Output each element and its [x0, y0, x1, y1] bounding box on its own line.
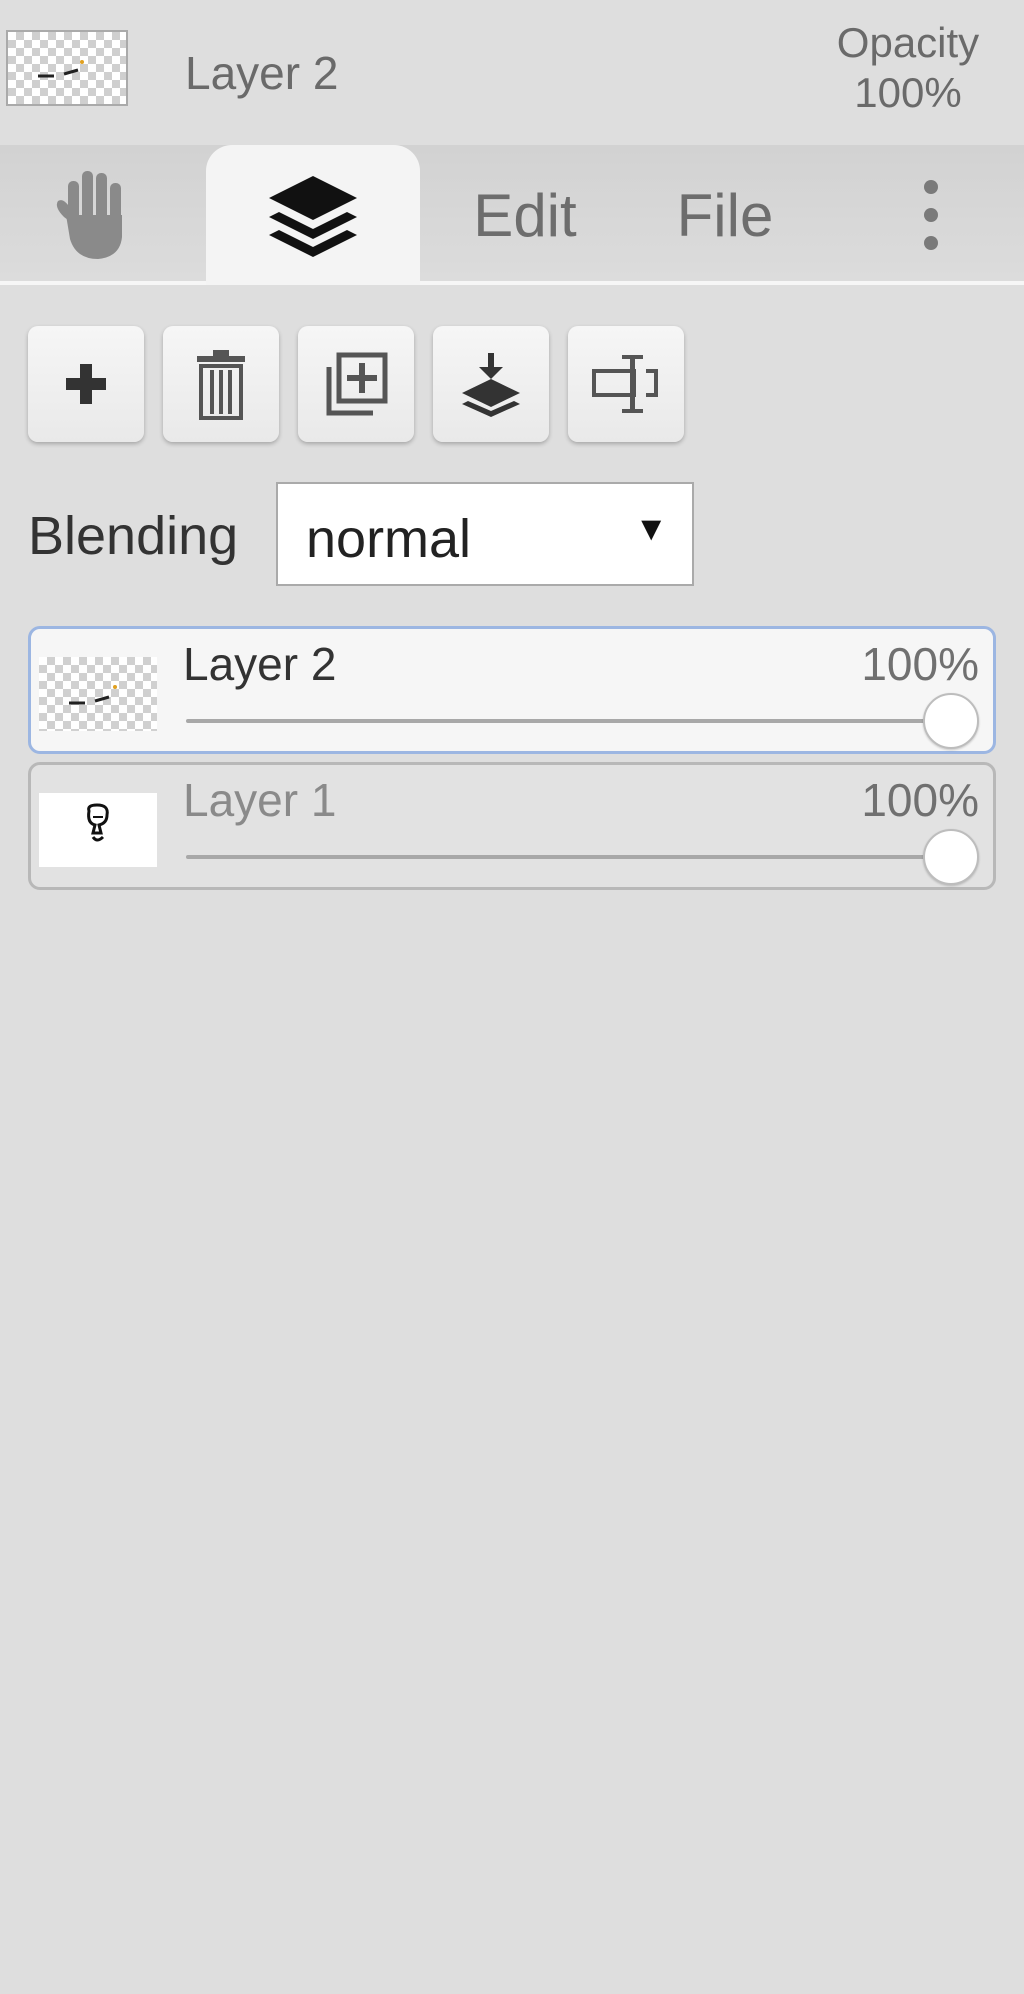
active-layer-name: Layer 2 [185, 47, 339, 99]
rename-layer-button[interactable] [568, 326, 684, 442]
merge-down-icon [462, 353, 520, 417]
tab-bar: Edit File [0, 145, 1024, 285]
layer-thumbnail [39, 657, 157, 731]
layers-icon [269, 176, 357, 257]
hand-icon [56, 171, 122, 259]
layer-opacity-slider[interactable] [186, 855, 943, 859]
layer-row[interactable]: Layer 2 100% [28, 626, 996, 754]
opacity-value: 100% [854, 69, 962, 116]
layer-opacity-value: 100% [861, 774, 979, 826]
chevron-down-icon: ▼ [634, 510, 668, 548]
duplicate-layer-icon [326, 352, 388, 416]
layer-opacity-slider-handle[interactable] [923, 693, 979, 749]
layer-opacity-value: 100% [861, 638, 979, 690]
blending-value: normal [306, 509, 472, 569]
tab-more[interactable] [895, 145, 967, 285]
layer-thumbnail [39, 793, 157, 867]
opacity-label: Opacity [836, 19, 980, 66]
add-layer-button[interactable] [28, 326, 144, 442]
tab-hand[interactable] [20, 145, 170, 285]
delete-layer-button[interactable] [163, 326, 279, 442]
add-layer-icon [66, 364, 106, 404]
layer-opacity-slider-handle[interactable] [923, 829, 979, 885]
blending-select[interactable]: normal ▼ [276, 482, 694, 586]
layer-opacity-slider[interactable] [186, 719, 943, 723]
tab-layers[interactable] [206, 145, 420, 285]
active-layer-thumbnail [6, 30, 128, 106]
blending-label: Blending [28, 506, 239, 566]
header: Layer 2 Opacity 100% [0, 0, 1024, 145]
layer-name: Layer 2 [183, 638, 337, 690]
rename-layer-icon [592, 355, 658, 413]
active-layer-opacity: Opacity 100% [818, 18, 998, 118]
merge-down-button[interactable] [433, 326, 549, 442]
layer-row[interactable]: Layer 1 100% [28, 762, 996, 890]
duplicate-layer-button[interactable] [298, 326, 414, 442]
layer-name: Layer 1 [183, 774, 337, 826]
more-vertical-icon [924, 180, 938, 250]
tab-file[interactable]: File [655, 145, 795, 285]
tab-edit[interactable]: Edit [450, 145, 600, 285]
delete-layer-icon [197, 350, 245, 420]
